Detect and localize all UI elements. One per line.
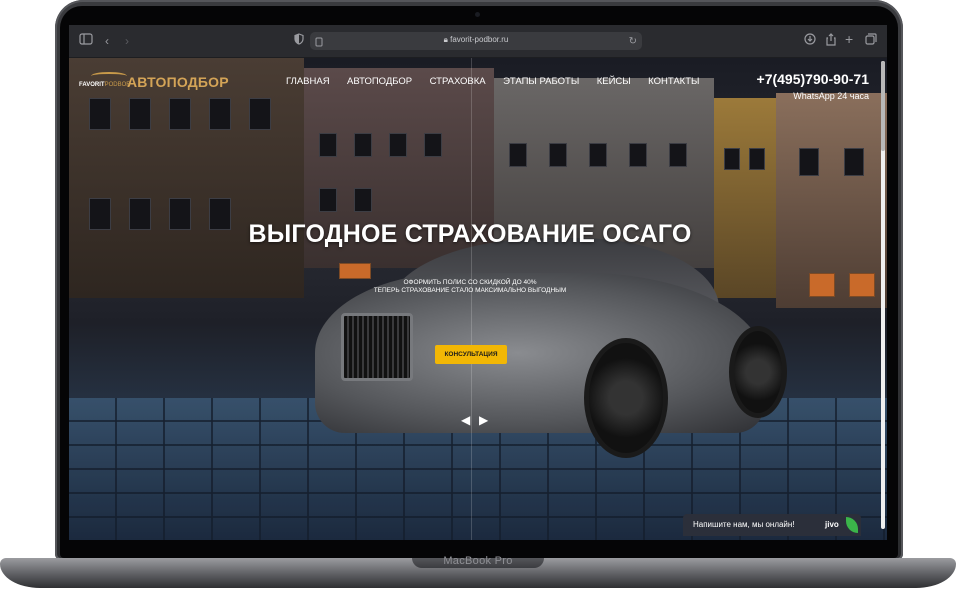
window [389,133,407,157]
laptop-frame: ‹ › 🔒︎ favorit-podbor.ru ↻ + FAVORITPODB… [0,0,956,602]
url-text: 🔒︎ favorit-podbor.ru [310,35,642,45]
lit-shop-window [339,263,371,279]
browser-toolbar: ‹ › 🔒︎ favorit-podbor.ru ↻ + [69,25,887,58]
sidebar-icon[interactable] [79,33,93,49]
scrollbar-thumb[interactable] [881,61,885,151]
center-guide-line [471,58,472,540]
page-scrollbar[interactable] [881,61,885,529]
back-icon[interactable]: ‹ [105,33,109,49]
car-wheel [729,326,787,418]
nav-item-home[interactable]: ГЛАВНАЯ [286,76,330,87]
hero-subtitle-line-1: ОФОРМИТЬ ПОЛИС СО СКИДКОЙ ДО 40% [403,279,537,286]
window [844,148,864,176]
url-label: favorit-podbor.ru [450,35,509,44]
window [669,143,687,167]
camera [475,12,480,17]
chat-prompt: Напишите нам, мы онлайн! [693,520,795,529]
address-bar[interactable]: 🔒︎ favorit-podbor.ru ↻ [310,32,642,50]
window [249,98,271,130]
window [89,98,111,130]
nav-item-insurance[interactable]: СТРАХОВКА [430,76,486,87]
window [319,133,337,157]
consultation-button[interactable]: КОНСУЛЬТАЦИЯ [435,345,507,364]
logo-small-text: FAVORITPODBOR [79,82,131,88]
window [629,143,647,167]
nav-item-cases[interactable]: КЕЙСЫ [597,76,631,87]
hero-subtitle: ОФОРМИТЬ ПОЛИС СО СКИДКОЙ ДО 40% ТЕПЕРЬ … [69,279,871,295]
screen: ‹ › 🔒︎ favorit-podbor.ru ↻ + FAVORITPODB… [69,25,887,540]
logo-small-favorit: FAVORIT [79,82,105,88]
window [724,148,740,170]
window [169,98,191,130]
phone-number[interactable]: +7(495)790-90-71 [757,71,869,87]
hero-title: ВЫГОДНОЕ СТРАХОВАНИЕ ОСАГО [248,220,692,248]
window [799,148,819,176]
nav-item-contacts[interactable]: КОНТАКТЫ [648,76,699,87]
whatsapp-hours: WhatsApp 24 часа [793,91,869,101]
chat-brand-logo: jivo [825,520,839,529]
nav-item-stages[interactable]: ЭТАПЫ РАБОТЫ [503,76,579,87]
shield-icon[interactable] [294,33,304,49]
window [354,133,372,157]
hero-subtitle-line-2: ТЕПЕРЬ СТРАХОВАНИЕ СТАЛО МАКСИМАЛЬНО ВЫГ… [373,287,567,294]
background-building-yellow [714,98,776,298]
new-tab-icon[interactable]: + [845,31,853,47]
slider-next-icon[interactable]: ▶ [479,414,488,426]
car-silhouette-icon [91,72,127,80]
main-nav: ГЛАВНАЯ АВТОПОДБОР СТРАХОВКА ЭТАПЫ РАБОТ… [286,71,712,87]
forward-icon[interactable]: › [125,33,129,49]
window [549,143,567,167]
window [129,98,151,130]
window [209,98,231,130]
nav-item-autopodbor[interactable]: АВТОПОДБОР [347,76,412,87]
logo-title: АВТОПОДБОР [127,74,229,90]
device-label: MacBook Pro [443,555,513,567]
chat-widget[interactable]: Напишите нам, мы онлайн! jivo [683,514,861,536]
window [424,133,442,157]
window [319,188,337,212]
leaf-icon [846,517,858,533]
car-wheel [584,338,668,458]
slider-prev-icon[interactable]: ◀ [461,414,470,426]
download-icon[interactable] [804,33,816,49]
window [589,143,607,167]
window [354,188,372,212]
lock-icon: 🔒︎ [443,35,448,44]
background-building-left [69,58,304,298]
tabs-icon[interactable] [865,33,877,49]
reload-icon[interactable]: ↻ [629,34,637,50]
window [509,143,527,167]
car-grille [341,313,413,381]
web-page: FAVORITPODBOR АВТОПОДБОР ГЛАВНАЯ АВТОПОД… [69,58,887,540]
share-icon[interactable] [825,33,837,50]
window [749,148,765,170]
